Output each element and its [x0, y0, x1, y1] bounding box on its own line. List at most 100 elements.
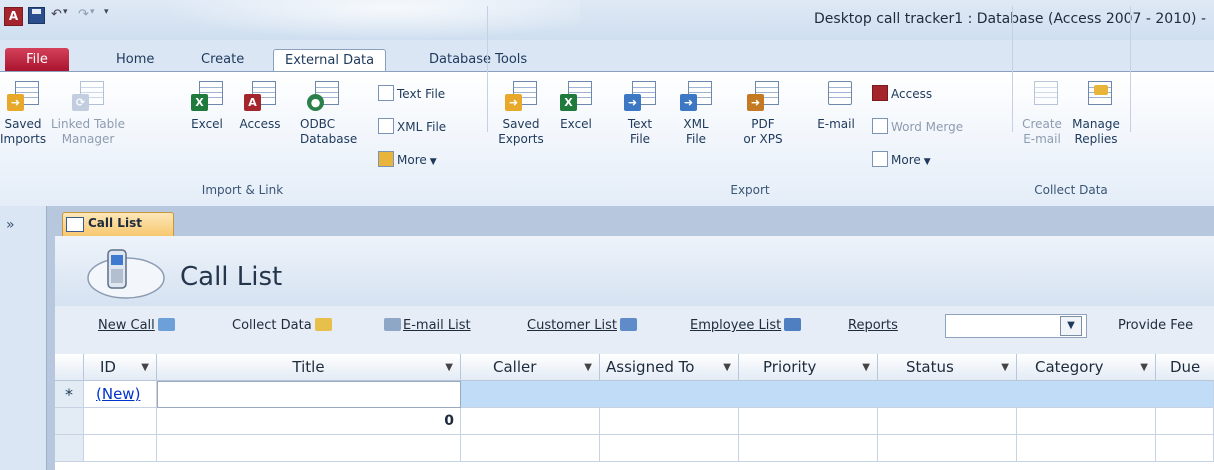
import-excel-button[interactable]: X Excel	[184, 81, 230, 132]
totals-priority-cell[interactable]	[739, 408, 878, 435]
export-xml-file-button[interactable]: ➜ XML File	[676, 81, 716, 147]
save-icon[interactable]	[28, 7, 45, 24]
export-email-button[interactable]: E-mail	[810, 81, 862, 132]
tab-external-data[interactable]: External Data	[273, 49, 387, 73]
chevron-down-icon: ▼	[923, 157, 931, 167]
import-xml-file-button[interactable]: XML File	[378, 117, 446, 137]
new-record-title-cell[interactable]	[157, 381, 461, 408]
saved-imports-button[interactable]: ➜ Saved Imports	[0, 81, 46, 147]
email-list-button[interactable]: E-mail List	[384, 318, 471, 333]
linked-table-manager-button[interactable]: ⟳ Linked Table Manager	[48, 81, 128, 147]
totals-assigned-cell[interactable]	[600, 408, 739, 435]
tab-database-tools[interactable]: Database Tools	[418, 49, 538, 72]
empty-cell	[157, 435, 461, 462]
import-access-button[interactable]: A Access	[237, 81, 283, 132]
tab-home[interactable]: Home	[105, 49, 165, 72]
collect-data-button[interactable]: Collect Data	[232, 318, 332, 333]
totals-id-cell[interactable]	[84, 408, 157, 435]
word-merge-button[interactable]: Word Merge	[872, 117, 963, 137]
column-header-assigned-to[interactable]: Assigned To ▼	[600, 354, 739, 381]
chevron-down-icon[interactable]: ▼	[584, 354, 592, 381]
export-excel-button[interactable]: X Excel	[556, 81, 596, 132]
chevron-down-icon[interactable]: ▼	[1060, 316, 1082, 336]
chevron-down-icon[interactable]: ▼	[1001, 354, 1009, 381]
select-all-corner[interactable]	[55, 354, 84, 381]
new-call-button[interactable]: New Call	[98, 318, 175, 333]
export-more-button[interactable]: More ▼	[872, 150, 931, 170]
form-title: Call List	[180, 262, 283, 292]
saved-exports-label-2: Exports	[498, 132, 544, 146]
import-text-file-button[interactable]: Text File	[378, 84, 445, 104]
column-header-priority[interactable]: Priority ▼	[739, 354, 878, 381]
odbc-database-button[interactable]: ● ODBC Database	[300, 81, 357, 147]
linked-table-label-1: Linked Table	[51, 117, 125, 131]
manage-replies-button[interactable]: Manage Replies	[1068, 81, 1124, 147]
chevron-down-icon[interactable]: ▼	[862, 354, 870, 381]
tab-file[interactable]: File	[5, 48, 69, 72]
new-record-id-cell[interactable]: (New)	[84, 381, 157, 408]
undo-icon[interactable]: ↶	[51, 7, 62, 27]
reports-label: Reports	[848, 318, 898, 333]
redo-icon[interactable]: ↷	[78, 7, 89, 27]
manage-replies-label-1: Manage	[1072, 117, 1120, 131]
nav-pane-toggle[interactable]: »	[6, 217, 15, 233]
create-email-label-1: Create	[1022, 117, 1062, 131]
new-record-id[interactable]: (New)	[96, 385, 140, 403]
column-header-id[interactable]: ID ▼	[84, 354, 157, 381]
customer-list-button[interactable]: Customer List	[527, 318, 638, 333]
new-call-icon	[157, 318, 175, 331]
export-pdf-label-2: or XPS	[743, 132, 783, 146]
provide-feedback-button[interactable]: Provide Fee	[1118, 318, 1193, 333]
xml-file-label: XML File	[397, 120, 447, 134]
column-header-status[interactable]: Status ▼	[878, 354, 1017, 381]
create-email-button[interactable]: Create E-mail	[1018, 81, 1066, 147]
totals-due-cell[interactable]	[1156, 408, 1214, 435]
export-more-label: More	[891, 153, 921, 167]
redo-dropdown-icon[interactable]: ▾	[90, 7, 95, 27]
create-email-icon	[1026, 81, 1058, 111]
chevron-down-icon[interactable]: ▼	[445, 354, 453, 381]
new-record-marker[interactable]: *	[55, 381, 84, 408]
column-header-caller[interactable]: Caller ▼	[461, 354, 600, 381]
column-header-due[interactable]: Due	[1156, 354, 1214, 381]
reports-button[interactable]: Reports	[848, 318, 898, 333]
export-text-icon: ➜	[624, 81, 656, 111]
phone-icon	[87, 249, 165, 299]
totals-row-selector[interactable]	[55, 408, 84, 435]
chevron-down-icon[interactable]: ▼	[141, 354, 149, 381]
saved-exports-button[interactable]: ➜ Saved Exports	[497, 81, 545, 147]
document-tab-label[interactable]: Call List	[88, 216, 142, 230]
empty-cell	[600, 435, 739, 462]
row-selector[interactable]	[55, 435, 84, 462]
customer-list-icon	[620, 318, 638, 331]
column-header-title[interactable]: Title ▼	[157, 354, 461, 381]
linked-table-label-2: Manager	[61, 132, 115, 146]
import-more-label: More	[397, 153, 427, 167]
form-icon	[66, 217, 84, 232]
new-record-selected-cells[interactable]	[461, 381, 1214, 408]
export-text-file-button[interactable]: ➜ Text File	[620, 81, 660, 147]
totals-title-cell[interactable]: 0	[157, 408, 461, 435]
customize-qat-icon[interactable]: ▾	[104, 7, 109, 27]
employee-list-button[interactable]: Employee List	[690, 318, 802, 333]
totals-category-cell[interactable]	[1017, 408, 1156, 435]
totals-status-cell[interactable]	[878, 408, 1017, 435]
import-excel-label: Excel	[191, 117, 223, 131]
export-pdf-label-1: PDF	[751, 117, 775, 131]
column-header-category[interactable]: Category ▼	[1017, 354, 1156, 381]
chevron-down-icon[interactable]: ▼	[723, 354, 731, 381]
word-merge-icon	[872, 118, 888, 134]
undo-dropdown-icon[interactable]: ▾	[63, 7, 68, 27]
text-file-label: Text File	[397, 87, 446, 101]
export-pdf-button[interactable]: ➜ PDF or XPS	[738, 81, 788, 147]
new-call-label: New Call	[98, 318, 155, 333]
export-access-button[interactable]: Access	[872, 84, 932, 104]
totals-caller-cell[interactable]	[461, 408, 600, 435]
column-header-label: Status	[906, 358, 954, 376]
import-more-button[interactable]: More ▼	[378, 150, 437, 170]
collect-data-label: Collect Data	[232, 318, 312, 333]
export-email-label: E-mail	[817, 117, 855, 131]
tab-create[interactable]: Create	[190, 49, 255, 72]
access-app-icon[interactable]: A	[4, 7, 23, 26]
chevron-down-icon[interactable]: ▼	[1140, 354, 1148, 381]
